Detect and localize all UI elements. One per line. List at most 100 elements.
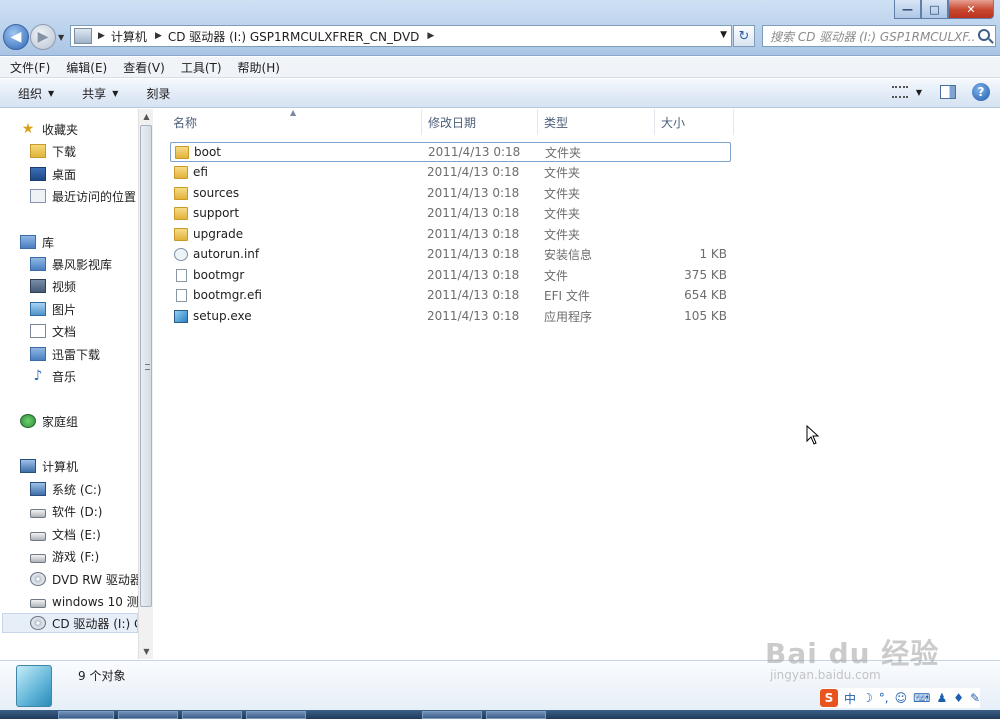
file-date: 2011/4/13 0:18	[427, 186, 520, 200]
file-row[interactable]: upgrade 2011/4/13 0:18 文件夹	[170, 224, 731, 244]
video-icon	[30, 279, 46, 293]
nav-label: windows 10 测试	[52, 594, 138, 609]
file-row[interactable]: sources 2011/4/13 0:18 文件夹	[170, 183, 731, 203]
file-icon	[176, 268, 187, 282]
nav-videos[interactable]: 视频	[30, 276, 76, 296]
ime-toolbar[interactable]: S 中 ☽ °, ☺ ⌨ ♟ ♦ ✎	[820, 688, 981, 708]
folder-icon	[174, 165, 188, 179]
organize-button[interactable]: 组织 ▼	[18, 85, 54, 102]
nav-documents[interactable]: 文档	[30, 321, 76, 341]
nav-desktop[interactable]: 桌面	[30, 164, 76, 184]
menu-edit[interactable]: 编辑(E)	[66, 59, 107, 76]
taskbar-item[interactable]	[182, 711, 242, 719]
nav-homegroup[interactable]: 家庭组	[20, 411, 78, 431]
file-row[interactable]: setup.exe 2011/4/13 0:18 应用程序 105 KB	[170, 306, 731, 326]
music-note-icon: ♪	[33, 368, 43, 384]
maximize-button[interactable]: □	[921, 0, 948, 19]
minimize-button[interactable]: —	[894, 0, 921, 19]
nav-label: 视频	[52, 279, 77, 294]
preview-pane-icon[interactable]	[940, 85, 956, 99]
scroll-up-icon[interactable]: ▲	[139, 109, 154, 124]
breadcrumb-cd-drive[interactable]: CD 驱动器 (I:) GSP1RMCULXFRER_CN_DVD	[168, 28, 420, 45]
ime-mode[interactable]: 中	[844, 690, 856, 707]
nav-scrollbar[interactable]: ▲ ▼	[138, 109, 153, 659]
nav-favorites[interactable]: ★ 收藏夹	[20, 119, 78, 139]
column-header-date[interactable]: 修改日期	[422, 109, 538, 135]
nav-recent-places[interactable]: 最近访问的位置	[30, 186, 136, 206]
column-label: 大小	[661, 115, 686, 130]
wrench-icon[interactable]: ✎	[970, 691, 980, 705]
column-header-type[interactable]: 类型	[538, 109, 655, 135]
file-date: 2011/4/13 0:18	[428, 145, 521, 159]
menu-help[interactable]: 帮助(H)	[238, 59, 280, 76]
search-input[interactable]: 搜索 CD 驱动器 (I:) GSP1RMCULXF...	[762, 25, 996, 47]
taskbar-item[interactable]	[118, 711, 178, 719]
file-row[interactable]: boot 2011/4/13 0:18 文件夹	[170, 142, 731, 162]
file-type: 应用程序	[544, 309, 593, 324]
emoji-icon[interactable]: ☺	[895, 691, 908, 705]
folder-icon	[174, 186, 188, 200]
menu-view[interactable]: 查看(V)	[123, 59, 165, 76]
skin-icon[interactable]: ♦	[953, 691, 964, 705]
nav-dvd-rw-drive[interactable]: DVD RW 驱动器	[30, 569, 142, 589]
library-icon	[30, 257, 46, 271]
nav-downloads[interactable]: 下载	[30, 141, 76, 161]
taskbar-item[interactable]	[486, 711, 546, 719]
nav-windows10-test[interactable]: windows 10 测试	[30, 591, 138, 611]
file-row[interactable]: support 2011/4/13 0:18 文件夹	[170, 203, 731, 223]
file-row[interactable]: autorun.inf 2011/4/13 0:18 安装信息 1 KB	[170, 244, 731, 264]
nav-baofeng-library[interactable]: 暴风影视库	[30, 254, 112, 274]
taskbar-item[interactable]	[422, 711, 482, 719]
nav-label: CD 驱动器 (I:) G	[52, 616, 138, 631]
nav-drive-c[interactable]: 系统 (C:)	[30, 479, 102, 499]
keyboard-icon[interactable]: ⌨	[913, 691, 930, 705]
file-row[interactable]: bootmgr 2011/4/13 0:18 文件 375 KB	[170, 265, 731, 285]
nav-label: 软件 (D:)	[52, 504, 103, 519]
breadcrumb-separator-icon[interactable]: ▶	[98, 31, 105, 41]
sogou-ime-icon[interactable]: S	[820, 689, 838, 707]
forward-button[interactable]: ▶	[30, 24, 56, 50]
nav-drive-f[interactable]: 游戏 (F:)	[30, 546, 99, 566]
menu-file[interactable]: 文件(F)	[10, 59, 50, 76]
nav-label: 最近访问的位置	[52, 189, 137, 204]
punctuation-icon[interactable]: °,	[879, 691, 889, 705]
nav-libraries[interactable]: 库	[20, 232, 54, 252]
scroll-thumb[interactable]	[140, 125, 152, 607]
taskbar-item[interactable]	[58, 711, 114, 719]
burn-button[interactable]: 刻录	[146, 85, 170, 102]
chevron-down-icon[interactable]: ▼	[916, 88, 922, 97]
view-options-icon[interactable]	[891, 86, 908, 98]
nav-pictures[interactable]: 图片	[30, 299, 76, 319]
file-size: 105 KB	[684, 309, 727, 323]
nav-label: DVD RW 驱动器	[52, 572, 142, 587]
nav-xunlei-downloads[interactable]: 迅雷下载	[30, 344, 100, 364]
breadcrumb-computer[interactable]: 计算机	[111, 28, 147, 45]
back-button[interactable]: ◀	[3, 24, 29, 50]
half-moon-icon[interactable]: ☽	[862, 691, 873, 705]
user-icon[interactable]: ♟	[936, 691, 947, 705]
nav-drive-e[interactable]: 文档 (E:)	[30, 524, 101, 544]
address-dropdown-icon[interactable]: ▼	[720, 30, 727, 40]
nav-drive-d[interactable]: 软件 (D:)	[30, 501, 102, 521]
refresh-button[interactable]: ↻	[733, 25, 755, 47]
close-button[interactable]: ✕	[948, 0, 994, 19]
burn-label: 刻录	[146, 86, 171, 101]
taskbar-item[interactable]	[246, 711, 306, 719]
recent-pages-dropdown[interactable]: ▼	[58, 33, 64, 42]
nav-music[interactable]: ♪ 音乐	[30, 366, 76, 386]
help-icon[interactable]: ?	[972, 83, 990, 101]
breadcrumb-separator-icon[interactable]: ▶	[427, 31, 434, 41]
nav-computer[interactable]: 计算机	[20, 456, 78, 476]
scroll-down-icon[interactable]: ▼	[139, 644, 154, 659]
share-button[interactable]: 共享 ▼	[82, 85, 118, 102]
search-icon[interactable]	[978, 29, 990, 41]
file-row[interactable]: efi 2011/4/13 0:18 文件夹	[170, 162, 731, 182]
share-label: 共享	[82, 86, 107, 101]
address-bar[interactable]: ▶ 计算机 ▶ CD 驱动器 (I:) GSP1RMCULXFRER_CN_DV…	[70, 25, 732, 47]
file-row[interactable]: bootmgr.efi 2011/4/13 0:18 EFI 文件 654 KB	[170, 285, 731, 305]
breadcrumb-separator-icon[interactable]: ▶	[155, 31, 162, 41]
nav-cd-drive-i[interactable]: CD 驱动器 (I:) G	[2, 613, 138, 633]
column-header-size[interactable]: 大小	[655, 109, 734, 135]
nav-label: 收藏夹	[42, 122, 79, 137]
menu-tools[interactable]: 工具(T)	[181, 59, 222, 76]
